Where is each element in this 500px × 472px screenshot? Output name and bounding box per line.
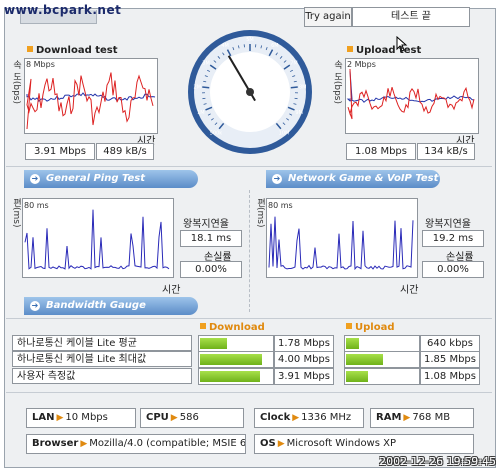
game-graph [266, 198, 418, 278]
ping-graph [22, 198, 174, 278]
triangle-right-icon: ▶ [292, 413, 300, 423]
bullet-icon [27, 46, 33, 52]
upload-mbps: 1.08 Mbps [346, 143, 416, 160]
upload-speed-line [347, 68, 475, 120]
triangle-right-icon: ▶ [277, 439, 285, 449]
upload-bar-value: 640 kbps [420, 335, 480, 352]
upload-bar [344, 368, 420, 385]
triangle-right-icon: ▶ [80, 439, 88, 449]
speed-gauge: 500k 1M 2M 3M 4M 5M 6M 7M 8M 9M 10M [186, 28, 314, 156]
gauge-tick-label: 3M [202, 60, 210, 66]
download-test-title: Download test [27, 45, 118, 56]
bandwidth-row-label: 하나로통신 케이블 Lite 최대값 [12, 351, 192, 367]
download-kbs: 489 kB/s [96, 143, 154, 160]
bandwidth-row-label: 사용자 측정값 [12, 368, 192, 384]
gauge-tick-label: 9M [295, 110, 303, 116]
gauge-tick-label: 6M [271, 43, 279, 49]
triangle-right-icon: ▶ [403, 413, 411, 423]
try-again-button[interactable]: Try again [304, 7, 352, 27]
ping-latency-value: 18.1 ms [180, 230, 242, 247]
bandwidth-row-label: 하나로통신 케이블 Lite 평균 [12, 335, 192, 351]
game-latency-label: 왕복지연율 [425, 219, 471, 230]
bullet-icon [347, 46, 353, 52]
arrow-right-icon: ➔ [272, 174, 282, 184]
gauge-tick-label: 1M [197, 110, 205, 116]
gauge-tick-label: 4M [221, 43, 229, 49]
game-latency-value: 19.2 ms [422, 230, 484, 247]
browser-info: Browser ▶ Mozilla/4.0 (compatible; MSIE 6.… [26, 434, 246, 454]
capture-timestamp: 2002-12-26 19:59:45 [379, 455, 496, 468]
download-bar-fill [200, 354, 262, 365]
divider-line [6, 166, 492, 167]
ram-info: RAM ▶ 768 MB [370, 408, 474, 428]
upload-bar-value: 1.08 Mbps [420, 368, 480, 385]
upload-bar-fill [346, 338, 359, 349]
bullet-icon [200, 323, 206, 329]
upload-reference-line [346, 70, 475, 103]
clock-info: Clock ▶ 1336 MHz [254, 408, 364, 428]
divider-line [6, 392, 492, 393]
upload-bar-value: 1.85 Mbps [420, 351, 480, 368]
download-mbps: 3.91 Mbps [25, 143, 95, 160]
triangle-right-icon: ▶ [56, 413, 64, 423]
download-bar [198, 368, 274, 385]
cpu-info: CPU ▶ 586 [140, 408, 244, 428]
upload-test-title: Upload test [347, 45, 421, 56]
upload-bar-fill [346, 354, 383, 365]
download-y-unit: 속 도(bps) [11, 60, 21, 104]
status-field: 테스트 끝 [352, 7, 470, 27]
gauge-tick-label: 8M [299, 84, 307, 90]
gauge-tick-label: 500k [210, 131, 223, 137]
upload-bar [344, 335, 420, 352]
game-scale: 80 ms [268, 201, 293, 210]
divider-line [6, 318, 492, 319]
ping-latency-line [24, 209, 170, 270]
network-game-voip-test-header: ➔ Network Game & VoIP Test [266, 170, 440, 188]
ping-latency-label: 왕복지연율 [183, 219, 229, 230]
bullet-icon [346, 323, 352, 329]
upload-bar-fill [346, 371, 368, 382]
download-graph [24, 58, 158, 134]
game-loss-value: 0.00% [422, 261, 484, 278]
upload-y-unit: 속 도(bps) [332, 60, 342, 104]
bandwidth-upload-header: Upload [346, 322, 394, 333]
ping-scale: 80 ms [24, 201, 49, 210]
download-scale: 8 Mbps [26, 60, 55, 69]
bandwidth-gauge-header: ➔ Bandwidth Gauge [24, 297, 198, 315]
upload-graph [345, 58, 479, 134]
watermark: www.bcpark.net [4, 3, 122, 17]
upload-kbs: 134 kB/s [417, 143, 475, 160]
download-bar [198, 351, 274, 368]
game-x-label: 시간 [400, 285, 419, 296]
arrow-right-icon: ➔ [30, 301, 40, 311]
gauge-tick-label: 10M [279, 131, 290, 137]
lan-info: LAN ▶ 10 Mbps [26, 408, 136, 428]
gauge-tick-label: 2M [194, 84, 202, 90]
gauge-tick [202, 86, 210, 89]
upload-bar [344, 351, 420, 368]
download-bar-value: 3.91 Mbps [274, 368, 334, 385]
bandwidth-download-header: Download [200, 322, 265, 333]
ping-loss-value: 0.00% [180, 261, 242, 278]
download-bar-fill [200, 371, 260, 382]
section-divider [249, 190, 250, 312]
download-bar-value: 4.00 Mbps [274, 351, 334, 368]
arrow-right-icon: ➔ [30, 174, 40, 184]
download-bar-value: 1.78 Mbps [274, 335, 334, 352]
download-bar-fill [200, 338, 227, 349]
gauge-tick [290, 86, 298, 89]
upload-scale: 2 Mbps [347, 60, 376, 69]
gauge-tick-label: 7M [290, 60, 298, 66]
triangle-right-icon: ▶ [170, 413, 178, 423]
ping-x-label: 시간 [162, 285, 181, 296]
os-info: OS ▶ Microsoft Windows XP [254, 434, 474, 454]
download-bar [198, 335, 274, 352]
general-ping-test-header: ➔ General Ping Test [24, 170, 198, 188]
game-latency-line [268, 216, 414, 271]
gauge-tick-label: 5M [246, 37, 254, 43]
